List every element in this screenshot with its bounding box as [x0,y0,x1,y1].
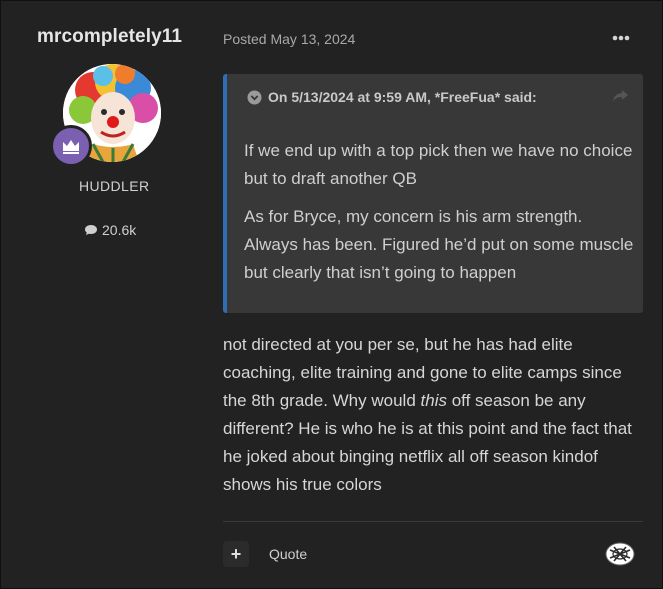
quote-header[interactable]: On 5/13/2024 at 9:59 AM, *FreeFua* said: [247,89,537,105]
share-arrow-icon [613,90,628,102]
post-container: mrcompletely11 HUDDLER 20.6k Posted May … [0,0,663,589]
rank-badge [50,125,92,167]
quote-citation: On 5/13/2024 at 9:59 AM, *FreeFua* said: [268,89,537,105]
quote-share-button[interactable] [612,89,629,107]
post-date[interactable]: Posted May 13, 2024 [223,31,355,47]
post-body-emphasis: this [420,391,447,410]
post-count: 20.6k [84,222,136,238]
post-menu-button[interactable] [609,29,633,47]
avatar-wrapper[interactable] [50,64,161,167]
reaction-button[interactable] [604,541,636,567]
reaction-icon [605,542,635,566]
post-body: not directed at you per se, but he has h… [223,331,643,499]
ellipsis-icon [612,35,630,41]
footer-divider [223,521,643,522]
quote-button[interactable]: Quote [269,546,307,562]
comment-icon [85,225,97,235]
plus-icon: + [230,543,242,564]
quote-paragraph: As for Bryce, my concern is his arm stre… [244,207,634,282]
crown-icon [63,140,79,154]
multiquote-add-button[interactable]: + [223,541,249,567]
member-title: HUDDLER [79,178,150,194]
quote-block: On 5/13/2024 at 9:59 AM, *FreeFua* said:… [223,74,643,313]
quote-text: If we end up with a top pick then we hav… [244,137,634,287]
author-name[interactable]: mrcompletely11 [37,26,182,48]
quote-paragraph: If we end up with a top pick then we hav… [244,141,633,188]
chevron-circle-icon[interactable] [247,90,262,105]
post-count-value: 20.6k [102,222,137,238]
